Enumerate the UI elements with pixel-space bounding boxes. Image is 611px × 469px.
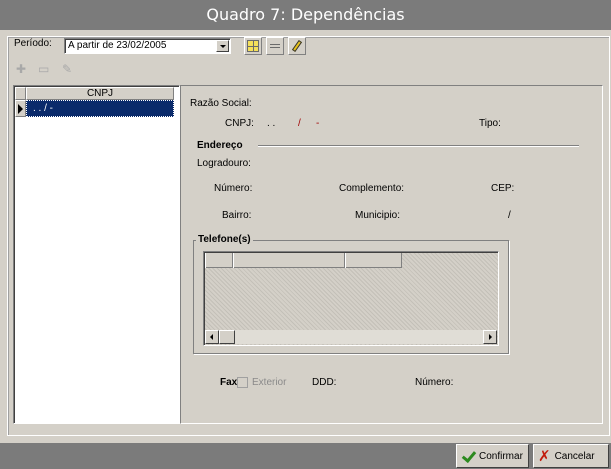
cnpj-value-dots: . . [267,118,276,129]
grid-corner [15,87,26,100]
exterior-label: Exterior [252,377,287,388]
column-header[interactable] [205,253,233,268]
confirm-button[interactable]: Confirmar [456,444,529,468]
pencil-icon [291,39,303,53]
exterior-checkbox[interactable] [237,377,248,388]
scroll-left-icon[interactable] [205,330,219,344]
pencil-icon[interactable]: ✎ [62,63,72,75]
ddd-label: DDD: [312,377,337,388]
row-indicator-arrow-icon [15,100,26,117]
scroll-right-icon[interactable] [483,330,497,344]
tipo-label: Tipo: [479,118,501,129]
fax-numero-label: Número: [415,377,454,388]
telefones-grid-header [205,253,402,268]
cancel-button-label: Cancelar [554,450,595,462]
confirm-button-label: Confirmar [479,450,523,462]
grid-icon [247,40,259,52]
window-title: Quadro 7: Dependências [0,0,611,30]
column-header[interactable] [233,253,345,268]
endereco-divider [258,145,579,147]
periodo-label: Período: [12,38,54,49]
minus-icon[interactable]: ▭ [38,63,49,75]
municipio-value: / [508,210,511,221]
chevron-down-icon[interactable] [216,40,229,52]
logradouro-label: Logradouro: [197,158,251,169]
remove-button[interactable] [266,37,284,55]
telefones-grid[interactable] [203,251,499,346]
cnpj-value-dash: - [316,118,320,129]
horizontal-scrollbar[interactable] [205,330,497,344]
periodo-value: A partir de 23/02/2005 [68,40,167,51]
endereco-title: Endereço [197,140,243,151]
bairro-label: Bairro: [222,210,252,221]
complemento-label: Complemento: [339,183,405,194]
cnpj-label: CNPJ: [225,118,254,129]
scroll-thumb[interactable] [219,330,235,344]
razao-social-label: Razão Social: [190,98,252,109]
periodo-select[interactable]: A partir de 23/02/2005 [64,38,231,54]
cancel-button[interactable]: ✗ Cancelar [533,444,609,468]
cnpj-value-slash: / [298,118,301,129]
grid-button[interactable] [244,37,262,55]
numero-label: Número: [214,183,253,194]
checkmark-icon [461,449,475,463]
municipio-label: Municipio: [355,210,401,221]
minus-icon [270,44,280,48]
fax-label: Fax [220,377,238,388]
close-icon: ✗ [538,447,551,465]
edit-button[interactable] [288,37,306,55]
cnpj-grid[interactable]: CNPJ . . / - [13,85,180,424]
plus-icon[interactable]: ✚ [16,63,26,75]
telefones-title: Telefone(s) [196,234,253,245]
column-header[interactable] [345,253,402,268]
cep-label: CEP: [491,183,515,194]
table-row[interactable]: . . / - [26,100,174,117]
column-header-cnpj[interactable]: CNPJ [26,87,174,100]
